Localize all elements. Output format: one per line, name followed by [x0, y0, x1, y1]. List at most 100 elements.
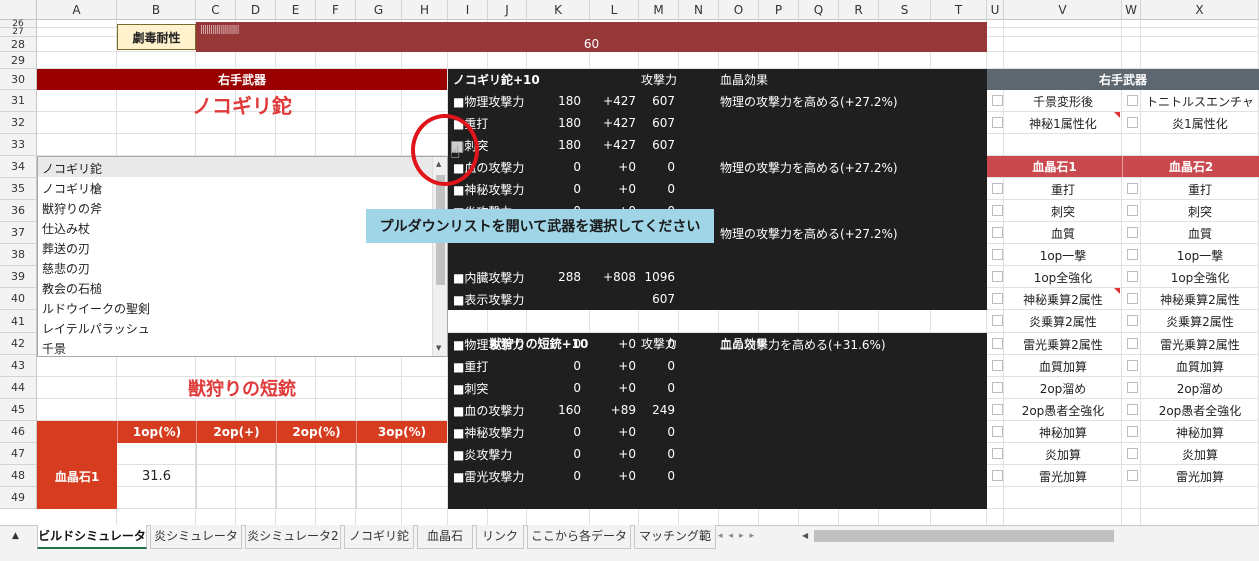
stone1-1op-value[interactable]: 31.6 — [117, 443, 196, 509]
dropdown-option[interactable]: ノコギリ鉈 — [38, 158, 433, 178]
checkbox[interactable] — [1127, 249, 1138, 260]
checkbox[interactable] — [1127, 227, 1138, 238]
checkbox[interactable] — [1127, 271, 1138, 282]
scroll-left-icon[interactable]: ◀ — [802, 531, 808, 540]
checkbox[interactable] — [992, 338, 1003, 349]
row-header-40[interactable]: 40 — [0, 288, 37, 310]
row-header-35[interactable]: 35 — [0, 178, 37, 200]
column-header-v[interactable]: V — [1004, 0, 1122, 20]
checkbox[interactable] — [1127, 426, 1138, 437]
checkbox[interactable] — [992, 205, 1003, 216]
checkbox[interactable] — [1127, 360, 1138, 371]
column-header-e[interactable]: E — [276, 0, 316, 20]
row-header-37[interactable]: 37 — [0, 222, 37, 244]
row-header-39[interactable]: 39 — [0, 266, 37, 288]
column-header-o[interactable]: O — [719, 0, 759, 20]
sheet-tab[interactable]: マッチング範 — [634, 525, 716, 549]
column-header-q[interactable]: Q — [799, 0, 839, 20]
checkbox[interactable] — [1127, 183, 1138, 194]
checkbox[interactable] — [992, 426, 1003, 437]
row-header-41[interactable]: 41 — [0, 310, 37, 333]
row-header-29[interactable]: 29 — [0, 52, 37, 69]
column-header-j[interactable]: J — [488, 0, 527, 20]
row-header-48[interactable]: 48 — [0, 465, 37, 487]
column-header-r[interactable]: R — [839, 0, 879, 20]
column-header-m[interactable]: M — [639, 0, 679, 20]
checkbox[interactable] — [1127, 117, 1138, 128]
checkbox[interactable] — [1127, 404, 1138, 415]
sheet-tab[interactable]: リンク — [476, 525, 524, 549]
column-header-l[interactable]: L — [590, 0, 639, 20]
checkbox[interactable] — [992, 249, 1003, 260]
column-header-n[interactable]: N — [679, 0, 719, 20]
checkbox[interactable] — [992, 404, 1003, 415]
column-header-x[interactable]: X — [1141, 0, 1259, 20]
row-header-28[interactable]: 28 — [0, 37, 37, 52]
row-header-30[interactable]: 30 — [0, 69, 37, 90]
row-header-33[interactable]: 33 — [0, 134, 37, 156]
column-header-s[interactable]: S — [879, 0, 931, 20]
sheet-tab[interactable]: 炎シミュレータ — [150, 525, 242, 549]
checkbox[interactable] — [1127, 382, 1138, 393]
row-header-32[interactable]: 32 — [0, 112, 37, 134]
column-header-u[interactable]: U — [987, 0, 1004, 20]
dropdown-option[interactable]: レイテルパラッシュ — [38, 318, 433, 338]
horizontal-scroll-thumb[interactable] — [814, 530, 1114, 542]
dropdown-option[interactable]: ルドウイークの聖剣 — [38, 298, 433, 318]
scroll-tabs-up-icon[interactable]: ▲ — [12, 531, 19, 541]
row-header-38[interactable]: 38 — [0, 244, 37, 266]
column-header-b[interactable]: B — [117, 0, 196, 20]
sheet-tab[interactable]: ここから各データ — [527, 525, 631, 549]
checkbox[interactable] — [1127, 338, 1138, 349]
checkbox[interactable] — [992, 183, 1003, 194]
checkbox[interactable] — [992, 360, 1003, 371]
checkbox[interactable] — [992, 470, 1003, 481]
row-header-27[interactable]: 27 — [0, 28, 37, 37]
select-all-corner[interactable] — [0, 0, 37, 20]
checkbox[interactable] — [992, 448, 1003, 459]
sheet-tab[interactable]: ノコギリ鉈 — [344, 525, 414, 549]
dropdown-option[interactable]: 慈悲の刃 — [38, 258, 433, 278]
checkbox[interactable] — [992, 227, 1003, 238]
checkbox[interactable] — [1127, 448, 1138, 459]
weapon1-name[interactable]: ノコギリ鉈 — [37, 90, 447, 118]
row-header-36[interactable]: 36 — [0, 200, 37, 222]
sheet-tab[interactable]: 炎シミュレータ2 — [245, 525, 341, 549]
checkbox[interactable] — [1127, 315, 1138, 326]
horizontal-scrollbar[interactable]: ◀ — [800, 527, 1259, 545]
column-header-t[interactable]: T — [931, 0, 987, 20]
column-header-g[interactable]: G — [356, 0, 402, 20]
scroll-down-arrow-icon[interactable]: ▼ — [436, 344, 441, 352]
dropdown-option[interactable]: 教会の石槌 — [38, 278, 433, 298]
checkbox[interactable] — [1127, 95, 1138, 106]
weapon2-name[interactable]: 獣狩りの短銃 — [37, 374, 447, 402]
row-header-46[interactable]: 46 — [0, 421, 37, 443]
column-header-d[interactable]: D — [236, 0, 276, 20]
checkbox[interactable] — [1127, 205, 1138, 216]
column-header-c[interactable]: C — [196, 0, 236, 20]
column-header-a[interactable]: A — [37, 0, 117, 20]
column-header-h[interactable]: H — [402, 0, 448, 20]
column-header-k[interactable]: K — [527, 0, 590, 20]
row-header-43[interactable]: 43 — [0, 355, 37, 377]
checkbox[interactable] — [1127, 470, 1138, 481]
column-header-i[interactable]: I — [448, 0, 488, 20]
row-header-49[interactable]: 49 — [0, 487, 37, 509]
row-header-42[interactable]: 42 — [0, 333, 37, 355]
column-header-p[interactable]: P — [759, 0, 799, 20]
checkbox[interactable] — [992, 315, 1003, 326]
dropdown-option[interactable]: 千景 — [38, 338, 433, 358]
dropdown-scrollbar[interactable]: ▲ ▼ — [432, 157, 447, 356]
checkbox[interactable] — [992, 271, 1003, 282]
checkbox[interactable] — [992, 95, 1003, 106]
row-header-44[interactable]: 44 — [0, 377, 37, 399]
checkbox[interactable] — [992, 293, 1003, 304]
column-header-w[interactable]: W — [1122, 0, 1141, 20]
weapon-dropdown-list[interactable]: ノコギリ鉈 ノコギリ槍 獣狩りの斧 仕込み杖 葬送の刃 慈悲の刃 教会の石槌 ルドウイークの聖… — [37, 156, 448, 357]
row-header-47[interactable]: 47 — [0, 443, 37, 465]
checkbox[interactable] — [992, 117, 1003, 128]
sheet-tab[interactable]: ビルドシミュレータ — [37, 525, 147, 549]
checkbox[interactable] — [992, 382, 1003, 393]
sheet-tab[interactable]: 血晶石 — [417, 525, 473, 549]
row-header-45[interactable]: 45 — [0, 399, 37, 421]
